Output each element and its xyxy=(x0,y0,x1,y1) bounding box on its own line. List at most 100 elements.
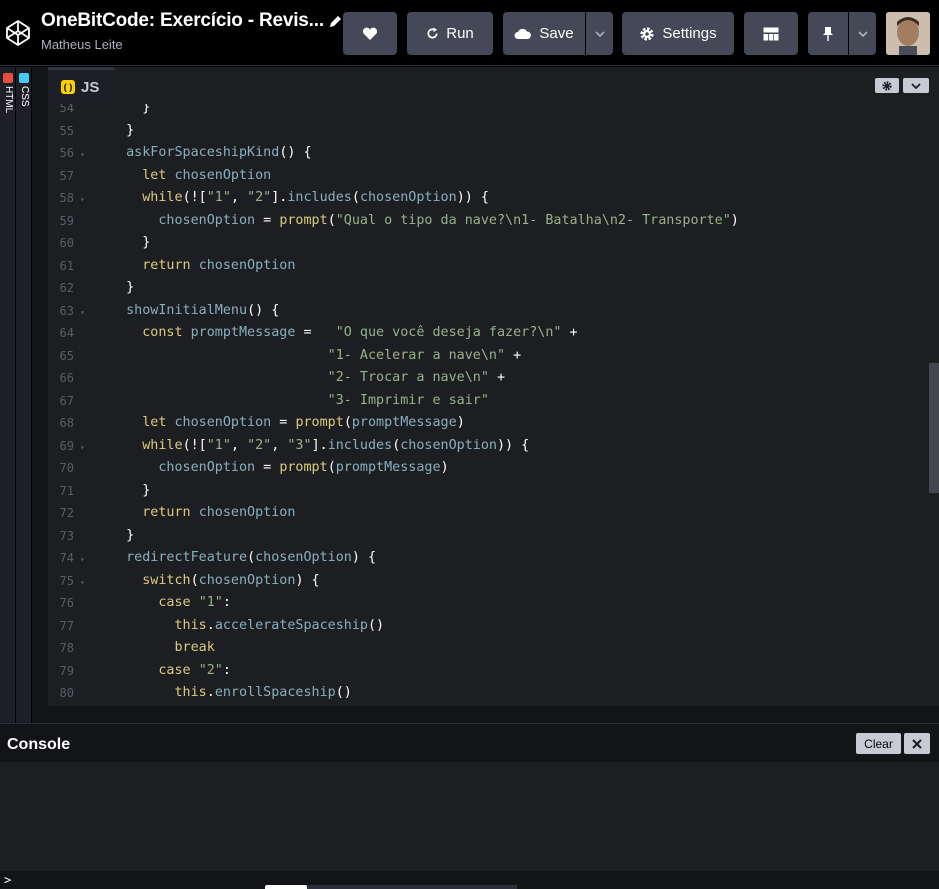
pen-title[interactable]: OneBitCode: Exercício - Revis... xyxy=(41,10,324,32)
code-line[interactable]: 71 } xyxy=(48,480,151,503)
code-line[interactable]: 60 } xyxy=(48,232,151,255)
code-token: } xyxy=(110,104,151,115)
css-panel-tab[interactable]: CSS xyxy=(16,67,32,723)
code-token: : xyxy=(222,595,231,610)
code-line[interactable]: 54 } xyxy=(48,104,151,120)
code-line[interactable]: 64 const promptMessage = "O que você des… xyxy=(48,322,578,345)
code-line[interactable]: 55 } xyxy=(48,120,135,143)
code-text: let chosenOption xyxy=(110,165,271,188)
code-line[interactable]: 63 ▾ showInitialMenu() { xyxy=(48,300,280,325)
code-token: switch xyxy=(142,572,191,588)
code-token: () { xyxy=(247,302,280,318)
save-options-dropdown[interactable] xyxy=(586,12,613,55)
codepen-logo-icon[interactable] xyxy=(5,19,31,47)
code-token: ( xyxy=(343,415,352,430)
pin-options-dropdown[interactable] xyxy=(849,12,876,55)
code-line[interactable]: 73 } xyxy=(48,525,135,548)
code-line[interactable]: 59 chosenOption = prompt("Qual o tipo da… xyxy=(48,210,739,233)
tab-js[interactable]: ( ) JS xyxy=(48,67,114,104)
code-line[interactable]: 80 this.enrollSpaceship() xyxy=(48,682,352,705)
fold-arrow-icon[interactable]: ▾ xyxy=(80,302,88,325)
code-text: const promptMessage = "O que você deseja… xyxy=(110,322,577,345)
code-line[interactable]: 75 ▾ switch(chosenOption) { xyxy=(48,570,320,595)
run-label: Run xyxy=(446,25,474,42)
fold-arrow-icon[interactable]: ▾ xyxy=(80,189,88,212)
editor-settings-button[interactable] xyxy=(875,78,899,93)
code-token: "1" xyxy=(198,595,223,610)
code-token: this xyxy=(174,685,207,700)
line-number: 67 xyxy=(59,393,74,408)
code-line[interactable]: 74 ▾ redirectFeature(chosenOption) { xyxy=(48,547,377,572)
code-token: const xyxy=(142,325,183,340)
code-text: case "1": xyxy=(110,592,231,615)
top-header: OneBitCode: Exercício - Revis... Matheus… xyxy=(0,0,939,66)
code-text: } xyxy=(110,480,150,503)
code-line[interactable]: 67 "3- Imprimir e sair" xyxy=(48,390,489,413)
line-number: 58 xyxy=(59,191,74,205)
editor-scrollbar-thumb[interactable] xyxy=(929,363,939,493)
chevron-down-icon xyxy=(911,82,921,89)
code-line[interactable]: 79 case "2": xyxy=(48,660,231,683)
code-line[interactable]: 61 return chosenOption xyxy=(48,255,296,278)
js-code-editor[interactable]: 54 } 55 } 56 ▾ askForSpaceshipKind() {57 le… xyxy=(48,104,939,706)
code-token: , xyxy=(230,437,248,453)
code-text: while(!["1", "2"].includes(chosenOption)… xyxy=(110,187,489,210)
code-line[interactable]: 69 ▾ while(!["1", "2", "3"].includes(chos… xyxy=(48,435,530,460)
console-clear-button[interactable]: Clear xyxy=(856,733,901,754)
code-line[interactable]: 66 "2- Trocar a nave\n" + xyxy=(48,367,506,390)
editor-resize-bar[interactable] xyxy=(48,706,939,723)
gear-icon xyxy=(882,80,892,91)
code-line[interactable]: 57 let chosenOption xyxy=(48,165,272,188)
run-button[interactable]: Run xyxy=(407,12,493,55)
html-panel-tab[interactable]: HTML xyxy=(0,67,16,723)
code-line[interactable]: 72 return chosenOption xyxy=(48,502,296,525)
line-number: 73 xyxy=(59,528,74,543)
edit-title-icon[interactable] xyxy=(328,14,342,30)
console-close-button[interactable] xyxy=(904,733,930,754)
save-button[interactable]: Save xyxy=(503,12,585,55)
code-line[interactable]: 78 break xyxy=(48,637,215,660)
code-line[interactable]: 70 chosenOption = prompt(promptMessage) xyxy=(48,457,449,480)
code-line[interactable]: 58 ▾ while(!["1", "2"].includes(chosenOpt… xyxy=(48,187,489,212)
fold-arrow-icon[interactable]: ▾ xyxy=(80,549,88,572)
code-token: "Qual o tipo da nave?\n1- Batalha\n2- Tr… xyxy=(335,212,731,228)
css-tab-label: CSS xyxy=(19,86,30,107)
code-line[interactable]: 68 let chosenOption = prompt(promptMessa… xyxy=(48,412,465,435)
code-line[interactable]: 77 this.accelerateSpaceship() xyxy=(48,615,385,638)
code-token: case xyxy=(158,595,191,610)
user-avatar[interactable] xyxy=(886,12,930,55)
author-name[interactable]: Matheus Leite xyxy=(41,37,123,52)
pin-button[interactable] xyxy=(808,12,848,55)
fold-arrow-icon[interactable]: ▾ xyxy=(80,144,88,167)
code-line[interactable]: 76 case "1": xyxy=(48,592,231,615)
code-token: "2" xyxy=(247,437,272,453)
change-view-button[interactable] xyxy=(744,12,798,55)
like-button[interactable] xyxy=(343,12,397,55)
code-token: prompt xyxy=(279,212,328,228)
code-token: chosenOption xyxy=(174,415,272,430)
code-text: chosenOption = prompt("Qual o tipo da na… xyxy=(110,210,738,233)
heart-icon xyxy=(362,27,378,40)
code-token: includes xyxy=(327,437,393,453)
code-text: "1- Acelerar a nave\n" + xyxy=(110,345,522,368)
panel-resizer[interactable] xyxy=(32,67,48,723)
code-line[interactable]: 56 ▾ askForSpaceshipKind() { xyxy=(48,142,312,167)
code-text: case "2": xyxy=(110,660,231,683)
code-line[interactable]: 62 } xyxy=(48,277,135,300)
bottom-bar-tab-track[interactable] xyxy=(307,885,517,889)
editor-options-dropdown[interactable] xyxy=(903,78,929,93)
code-line[interactable]: 65 "1- Acelerar a nave\n" + xyxy=(48,345,522,368)
code-token: () xyxy=(335,685,352,700)
bottom-bar-tab[interactable] xyxy=(265,885,307,889)
settings-button[interactable]: Settings xyxy=(622,12,734,55)
console-title: Console xyxy=(7,736,71,753)
fold-arrow-icon[interactable]: ▾ xyxy=(80,437,88,460)
fold-arrow-icon[interactable]: ▾ xyxy=(80,572,88,595)
code-text: return chosenOption xyxy=(110,255,295,278)
code-token: return xyxy=(142,257,191,273)
